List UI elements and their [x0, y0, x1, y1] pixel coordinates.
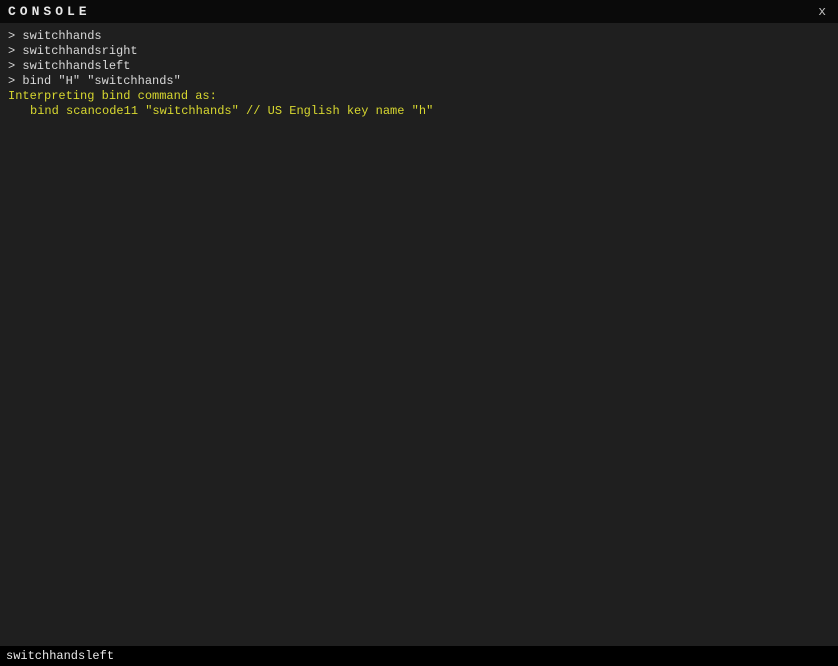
console-input[interactable] [0, 646, 838, 666]
console-info-line: bind scancode11 "switchhands" // US Engl… [8, 104, 830, 119]
close-icon[interactable]: x [814, 4, 830, 19]
console-header: CONSOLE x [0, 0, 838, 23]
console-line: > switchhands [8, 29, 830, 44]
console-output: > switchhands > switchhandsright > switc… [0, 23, 838, 646]
console-line: > switchhandsleft [8, 59, 830, 74]
console-line: > switchhandsright [8, 44, 830, 59]
console-info-line: Interpreting bind command as: [8, 89, 830, 104]
console-line: > bind "H" "switchhands" [8, 74, 830, 89]
console-title: CONSOLE [8, 4, 91, 19]
